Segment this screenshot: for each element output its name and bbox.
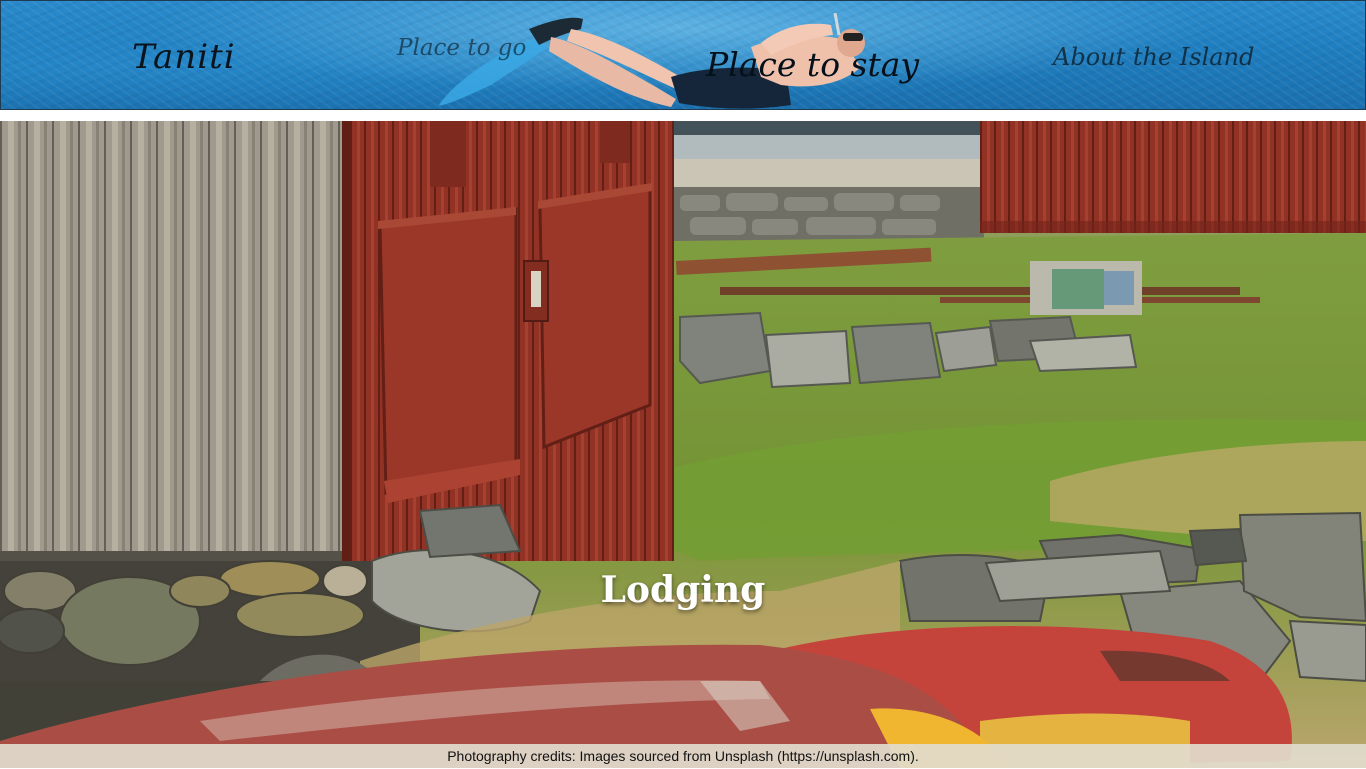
boathouse-scene: [0, 121, 1366, 768]
brand-logo-link[interactable]: Taniti: [132, 37, 236, 77]
nav-link-about-the-island[interactable]: About the Island: [1053, 43, 1254, 71]
hero-image: Lodging: [0, 121, 1366, 768]
photo-credits: Photography credits: Images sourced from…: [0, 744, 1366, 768]
header-banner: Taniti Place to go Place to stay About t…: [0, 0, 1366, 110]
nav-link-place-to-go[interactable]: Place to go: [397, 35, 526, 61]
page-title: Lodging: [600, 569, 766, 612]
nav-link-place-to-stay[interactable]: Place to stay: [706, 45, 919, 84]
